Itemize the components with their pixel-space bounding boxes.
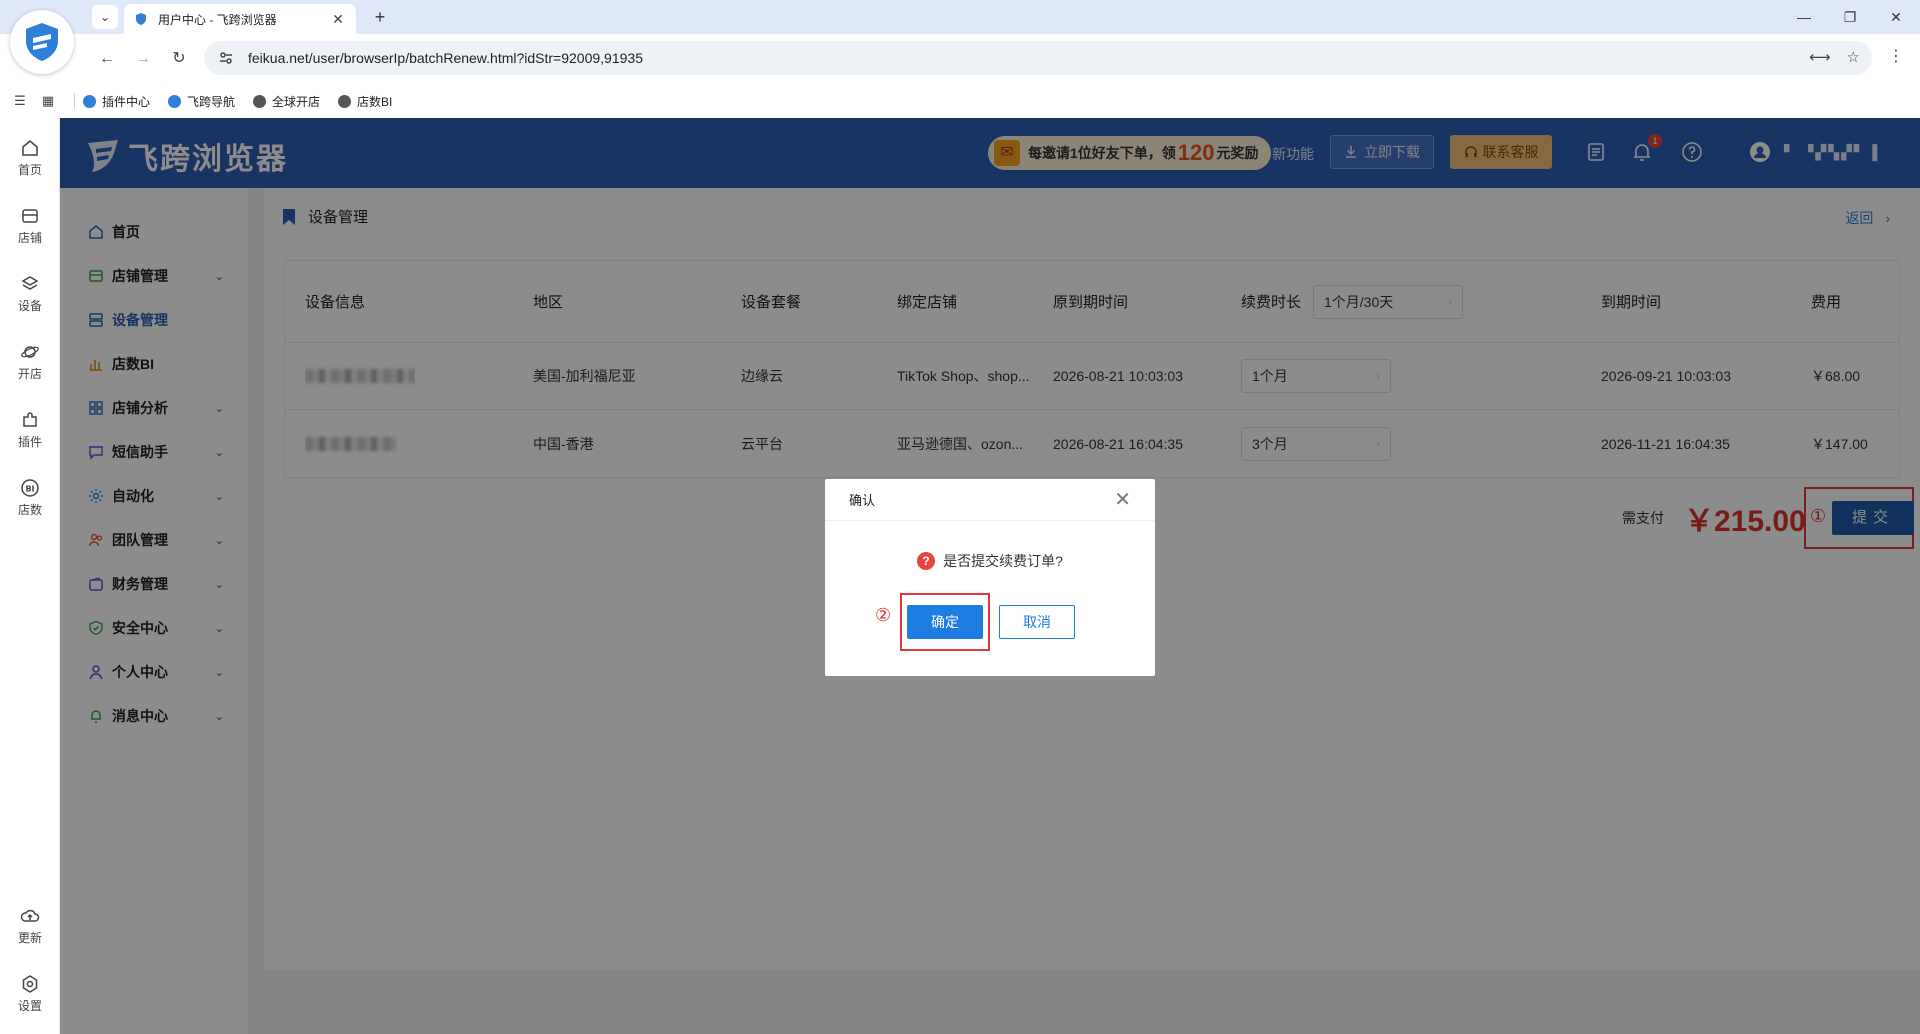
site-info-icon[interactable] [218, 50, 234, 66]
url-text: feikua.net/user/browserIp/batchRenew.htm… [248, 50, 643, 66]
close-icon[interactable]: ✕ [1114, 490, 1131, 510]
bookmark-item[interactable]: 全球开店 [253, 93, 320, 110]
bookmark-label: 飞跨导航 [187, 94, 236, 109]
back-arrow-icon[interactable]: ← [94, 46, 120, 72]
bookmark-favicon-icon [168, 94, 182, 108]
gear-icon [22, 975, 38, 993]
rail-item-plugins[interactable]: 插件 [0, 410, 60, 450]
apps-grid-icon[interactable]: ▦ [40, 93, 56, 109]
close-window-button[interactable]: ✕ [1876, 6, 1916, 28]
rail-item-update[interactable]: 更新 [0, 906, 60, 946]
bookmark-favicon-icon [83, 94, 96, 108]
side-panel-icon[interactable]: ☰ [12, 93, 28, 109]
bookmark-label: 插件中心 [102, 94, 151, 109]
layers-icon [21, 276, 39, 290]
rail-label: 设置 [17, 999, 42, 1013]
rail-label: 首页 [17, 163, 42, 177]
bookmarks-bar: ☰ ▦ 插件中心 飞跨导航 全球开店 店数BI [0, 84, 1920, 118]
store-icon [22, 209, 38, 223]
bookmarks-divider [74, 93, 75, 109]
app-rail: 首页 店铺 设备 开店 插件 BI 店数 更新 设置 [0, 118, 60, 1034]
bookmark-item[interactable]: 插件中心 [83, 93, 150, 110]
rail-label: 更新 [17, 931, 42, 945]
forward-arrow-icon[interactable]: → [130, 46, 156, 72]
browser-tab[interactable]: 用户中心 - 飞跨浏览器 ✕ [124, 4, 356, 34]
dialog-header: 确认 ✕ [825, 479, 1155, 521]
tab-title: 用户中心 - 飞跨浏览器 [158, 12, 277, 27]
step-marker-2: ② [875, 605, 892, 625]
translate-icon[interactable]: ⟷ [1809, 48, 1831, 66]
shield-favicon-icon [134, 12, 148, 26]
cancel-button[interactable]: 取消 [999, 605, 1075, 639]
planet-icon [21, 346, 39, 358]
svg-text:BI: BI [25, 485, 34, 494]
browser-menu-icon[interactable]: ⋮ [1888, 46, 1904, 66]
dialog-title: 确认 [849, 493, 876, 508]
rail-item-home[interactable]: 首页 [0, 138, 60, 178]
confirm-button[interactable]: 确定 [907, 605, 983, 639]
reload-icon[interactable]: ↻ [166, 46, 192, 72]
bookmark-star-icon[interactable]: ☆ [1847, 48, 1860, 66]
cloud-upload-icon [20, 909, 40, 922]
restore-button[interactable]: ❐ [1830, 6, 1870, 28]
bookmark-label: 店数BI [357, 94, 393, 109]
rail-item-bi[interactable]: BI 店数 [0, 478, 60, 518]
home-icon [22, 140, 38, 156]
globe-icon [338, 94, 352, 108]
browser-tab-strip: ⌄ 用户中心 - 飞跨浏览器 ✕ + — ❐ ✕ [0, 0, 1920, 34]
bookmark-item[interactable]: 飞跨导航 [168, 93, 235, 110]
rail-label: 开店 [17, 367, 42, 381]
shield-logo-icon [26, 23, 58, 61]
rail-label: 设备 [17, 299, 42, 313]
rail-label: 店铺 [17, 231, 42, 245]
address-bar-row: ← → ↻ feikua.net/user/browserIp/batchRen… [0, 34, 1920, 84]
rail-label: 插件 [17, 435, 42, 449]
minimize-button[interactable]: — [1784, 6, 1824, 28]
dialog-message-text: 是否提交续费订单? [943, 553, 1063, 569]
globe-icon [253, 94, 267, 108]
tab-search-button[interactable]: ⌄ [92, 5, 118, 29]
question-icon: ? [917, 552, 936, 570]
bi-icon: BI [21, 479, 39, 497]
rail-label: 店数 [17, 503, 42, 517]
puzzle-icon [23, 412, 37, 427]
url-field[interactable]: feikua.net/user/browserIp/batchRenew.htm… [204, 41, 1872, 75]
new-tab-button[interactable]: + [368, 5, 392, 29]
rail-item-open-store[interactable]: 开店 [0, 342, 60, 382]
bookmark-item[interactable]: 店数BI [338, 93, 392, 110]
browser-logo[interactable] [10, 10, 74, 74]
rail-item-store[interactable]: 店铺 [0, 206, 60, 246]
confirm-dialog: 确认 ✕ ? 是否提交续费订单? ② 确定 取消 [825, 479, 1155, 676]
dialog-message: ? 是否提交续费订单? [825, 551, 1155, 571]
tab-close-icon[interactable]: ✕ [330, 11, 346, 28]
rail-item-settings[interactable]: 设置 [0, 974, 60, 1014]
modal-overlay-header [60, 118, 1920, 188]
rail-item-device[interactable]: 设备 [0, 274, 60, 314]
bookmark-label: 全球开店 [272, 94, 321, 109]
